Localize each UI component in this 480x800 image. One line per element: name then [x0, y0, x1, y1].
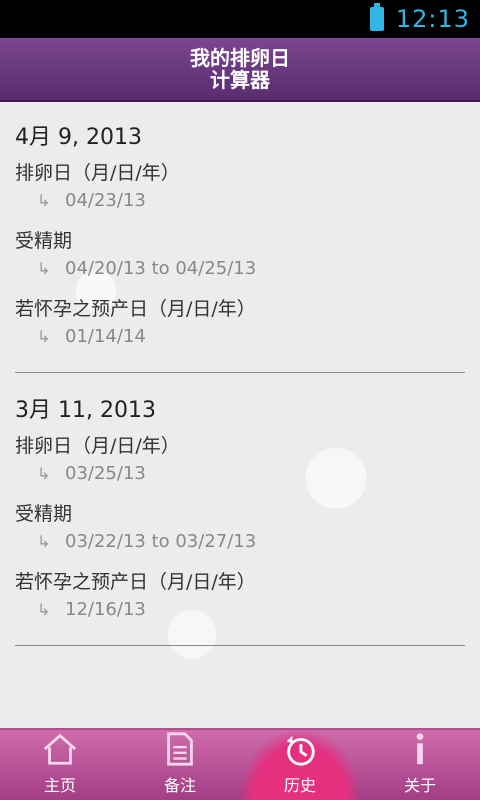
- record-date: 3月 11, 2013: [15, 398, 156, 423]
- tab-about[interactable]: 关于: [360, 730, 480, 800]
- tab-home[interactable]: 主页: [0, 730, 120, 800]
- tab-notes-label: 备注: [163, 776, 196, 795]
- sub-arrow-icon: ↳: [37, 532, 51, 551]
- info-icon: [416, 733, 424, 765]
- tab-history-label: 历史: [283, 776, 316, 795]
- status-bar: 12:13: [0, 0, 480, 38]
- sub-arrow-icon: ↳: [37, 600, 51, 619]
- history-icon: [286, 735, 315, 766]
- tab-notes[interactable]: 备注: [120, 730, 240, 800]
- record-date: 4月 9, 2013: [15, 125, 142, 150]
- history-record: 4月 9, 2013 排卵日（月/日/年） ↳ 04/23/13 受精期 ↳ 0…: [15, 104, 465, 373]
- home-icon: [43, 733, 77, 765]
- due-label: 若怀孕之预产日（月/日/年）: [15, 298, 256, 320]
- ovulation-label: 排卵日（月/日/年）: [15, 435, 180, 457]
- sub-arrow-icon: ↳: [37, 327, 51, 346]
- sub-arrow-icon: ↳: [37, 191, 51, 210]
- fertile-label: 受精期: [15, 503, 73, 525]
- bottom-tab-bar: 主页 备注 历史 关于: [0, 728, 480, 800]
- fertile-label: 受精期: [15, 230, 73, 252]
- ovulation-date: 03/25/13: [65, 463, 146, 484]
- tab-history[interactable]: 历史: [240, 730, 360, 800]
- tab-about-label: 关于: [403, 776, 436, 795]
- history-record: 3月 11, 2013 排卵日（月/日/年） ↳ 03/25/13 受精期 ↳ …: [15, 373, 465, 646]
- page-title-line1: 我的排卵日: [190, 46, 290, 70]
- due-value: ↳ 01/14/14: [15, 324, 465, 358]
- page-title-line2: 计算器: [210, 68, 270, 92]
- ovulation-value: ↳ 03/25/13: [15, 461, 465, 495]
- battery-icon: [369, 3, 384, 31]
- due-label: 若怀孕之预产日（月/日/年）: [15, 571, 256, 593]
- ovulation-value: ↳ 04/23/13: [15, 188, 465, 222]
- notes-icon: [167, 732, 193, 766]
- title-bar: 我的排卵日 计算器: [0, 38, 480, 102]
- sub-arrow-icon: ↳: [37, 464, 51, 483]
- fertile-value: ↳ 04/20/13 to 04/25/13: [15, 256, 465, 290]
- due-date: 01/14/14: [65, 326, 146, 347]
- fertile-range: 04/20/13 to 04/25/13: [65, 258, 257, 279]
- divider: [15, 645, 465, 646]
- sub-arrow-icon: ↳: [37, 259, 51, 278]
- history-list[interactable]: 4月 9, 2013 排卵日（月/日/年） ↳ 04/23/13 受精期 ↳ 0…: [0, 104, 480, 728]
- ovulation-label: 排卵日（月/日/年）: [15, 162, 180, 184]
- fertile-value: ↳ 03/22/13 to 03/27/13: [15, 529, 465, 563]
- ovulation-date: 04/23/13: [65, 190, 146, 211]
- fertile-range: 03/22/13 to 03/27/13: [65, 531, 257, 552]
- tab-home-label: 主页: [43, 776, 76, 795]
- clock: 12:13: [395, 5, 470, 33]
- due-date: 12/16/13: [65, 599, 146, 620]
- due-value: ↳ 12/16/13: [15, 597, 465, 631]
